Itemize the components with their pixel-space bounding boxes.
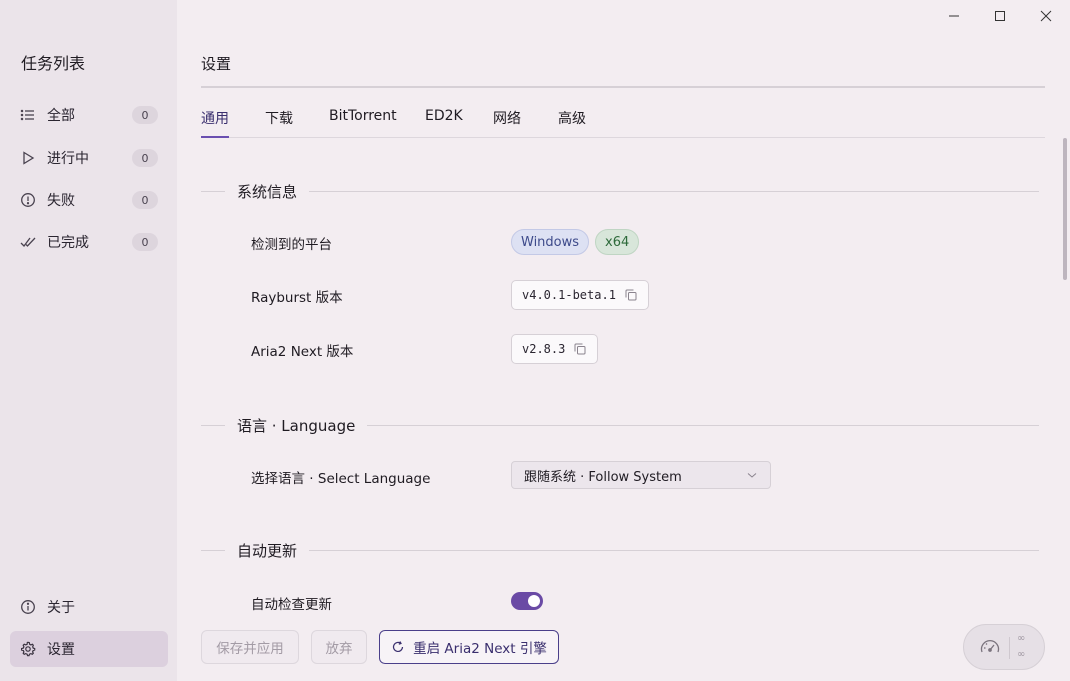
refresh-icon	[391, 640, 405, 654]
sidebar-item-label: 设置	[47, 642, 75, 658]
discard-button[interactable]: 放弃	[311, 630, 367, 664]
tab-download[interactable]: 下载	[265, 108, 293, 128]
section-heading: 语言 · Language	[237, 416, 356, 435]
count-badge: 0	[132, 106, 158, 124]
tab-label: ED2K	[425, 108, 463, 124]
tab-ed2k[interactable]: ED2K	[425, 108, 463, 124]
platform-label: 检测到的平台	[251, 237, 332, 253]
section-heading: 自动更新	[237, 541, 298, 560]
sidebar-item-all[interactable]: 全部 0	[10, 97, 168, 133]
platform-arch-badge: x64	[595, 229, 640, 255]
play-icon	[20, 150, 36, 166]
aria2-version-field[interactable]: v2.8.3	[511, 334, 599, 364]
auto-check-update-label: 自动检查更新	[251, 597, 332, 613]
list-icon	[20, 107, 36, 123]
maximize-button[interactable]	[988, 4, 1012, 28]
tab-label: 网络	[493, 111, 521, 127]
version-text: v2.8.3	[522, 342, 566, 356]
sidebar-item-active[interactable]: 进行中 0	[10, 140, 168, 176]
upload-speed: ∞	[1017, 633, 1026, 644]
restart-engine-label: 重启 Aria2 Next 引擎	[413, 641, 547, 657]
platform-os-badge: Windows	[511, 229, 590, 255]
section-heading: 系统信息	[237, 182, 298, 201]
download-speed: ∞	[1017, 649, 1026, 660]
auto-check-update-toggle[interactable]	[511, 592, 543, 610]
settings-tabs: 通用 下载 BitTorrent ED2K 网络 高级	[201, 100, 1045, 138]
gear-icon	[20, 641, 36, 657]
tab-general[interactable]: 通用	[201, 108, 229, 128]
speed-widget[interactable]: ∞ ∞	[963, 624, 1045, 670]
aria2-version-label: Aria2 Next 版本	[251, 344, 354, 360]
chevron-down-icon	[746, 469, 758, 481]
tab-network[interactable]: 网络	[493, 108, 521, 128]
tab-label: BitTorrent	[329, 108, 397, 124]
scrollbar-thumb[interactable]	[1063, 138, 1067, 280]
page-title: 设置	[201, 55, 232, 73]
sidebar-item-settings[interactable]: 设置	[10, 631, 168, 667]
speedometer-icon	[979, 637, 1001, 659]
sidebar-item-completed[interactable]: 已完成 0	[10, 224, 168, 260]
rayburst-version-label: Rayburst 版本	[251, 290, 343, 306]
save-apply-button[interactable]: 保存并应用	[201, 630, 299, 664]
sidebar-item-failed[interactable]: 失败 0	[10, 182, 168, 218]
alert-circle-icon	[20, 192, 36, 208]
toggle-knob	[528, 595, 540, 607]
info-icon	[20, 599, 36, 615]
tab-label: 下载	[265, 111, 293, 127]
count-badge: 0	[132, 233, 158, 251]
language-select-value: 跟随系统 · Follow System	[524, 469, 682, 485]
double-check-icon	[20, 234, 36, 250]
tab-label: 高级	[558, 111, 586, 127]
tab-label: 通用	[201, 111, 229, 127]
tab-advanced[interactable]: 高级	[558, 108, 586, 128]
sidebar-item-label: 关于	[47, 600, 75, 616]
sidebar-item-label: 全部	[47, 108, 75, 124]
section-auto-update: 自动更新	[201, 540, 1039, 560]
count-badge: 0	[132, 191, 158, 209]
title-divider	[201, 86, 1045, 88]
language-select-label: 选择语言 · Select Language	[251, 471, 431, 487]
rayburst-version-field[interactable]: v4.0.1-beta.1	[511, 280, 649, 310]
sidebar-title: 任务列表	[21, 54, 86, 73]
version-text: v4.0.1-beta.1	[522, 288, 616, 302]
sidebar-item-label: 失败	[47, 193, 75, 209]
sidebar-item-label: 进行中	[47, 151, 89, 167]
close-button[interactable]	[1034, 4, 1058, 28]
copy-icon[interactable]	[573, 342, 587, 356]
sidebar-item-about[interactable]: 关于	[10, 589, 168, 625]
section-language: 语言 · Language	[201, 415, 1039, 435]
count-badge: 0	[132, 149, 158, 167]
minimize-button[interactable]	[942, 4, 966, 28]
maximize-icon	[995, 11, 1005, 21]
close-icon	[1040, 10, 1052, 22]
settings-content: 系统信息 检测到的平台 Windows x64 Rayburst 版本 v4.0…	[201, 138, 1045, 618]
sidebar-item-label: 已完成	[47, 235, 89, 251]
sidebar: 任务列表 全部 0 进行中 0 失败 0 已完成 0 关于 设置	[0, 0, 177, 681]
minimize-icon	[949, 15, 959, 17]
tab-bittorrent[interactable]: BitTorrent	[329, 108, 397, 124]
section-system-info: 系统信息	[201, 181, 1039, 201]
restart-engine-button[interactable]: 重启 Aria2 Next 引擎	[379, 630, 559, 664]
language-select[interactable]: 跟随系统 · Follow System	[511, 461, 771, 489]
copy-icon[interactable]	[624, 288, 638, 302]
